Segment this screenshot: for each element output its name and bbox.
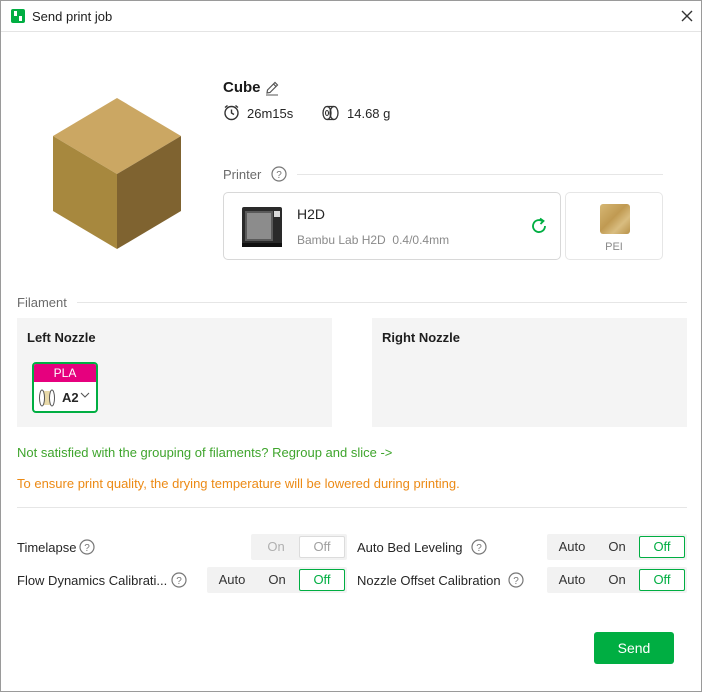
timelapse-label: Timelapse xyxy=(17,540,77,555)
filament-divider xyxy=(77,302,687,303)
flow-dynamics-auto[interactable]: Auto xyxy=(209,569,255,591)
bed-leveling-auto[interactable]: Auto xyxy=(549,536,595,558)
timelapse-off[interactable]: Off xyxy=(299,536,345,558)
svg-text:?: ? xyxy=(476,543,482,554)
app-icon xyxy=(11,9,25,23)
model-preview xyxy=(53,98,181,249)
nozzle-offset-auto[interactable]: Auto xyxy=(549,569,595,591)
flow-dynamics-on[interactable]: On xyxy=(255,569,299,591)
bed-leveling-label: Auto Bed Leveling xyxy=(357,540,463,555)
spool-icon xyxy=(39,389,55,407)
regroup-link[interactable]: Not satisfied with the grouping of filam… xyxy=(17,445,392,460)
refresh-icon[interactable] xyxy=(529,216,549,236)
nozzle-offset-toggle[interactable]: Auto On Off xyxy=(547,567,687,593)
model-name: Cube xyxy=(223,79,261,96)
help-icon[interactable]: ? xyxy=(471,539,487,555)
printer-selector[interactable]: H2D Bambu Lab H2D 0.4/0.4mm xyxy=(223,192,561,260)
bed-leveling-toggle[interactable]: Auto On Off xyxy=(547,534,687,560)
close-icon xyxy=(681,10,693,22)
timelapse-toggle[interactable]: On Off xyxy=(251,534,347,560)
svg-text:?: ? xyxy=(513,576,519,587)
filament-chip-a2[interactable]: PLA A2 xyxy=(32,362,98,413)
filament-weight: 14.68 g xyxy=(347,106,391,121)
close-button[interactable] xyxy=(675,4,699,28)
nozzle-offset-on[interactable]: On xyxy=(595,569,639,591)
spool-icon xyxy=(322,105,339,121)
print-time: 26m15s xyxy=(247,106,294,121)
drying-warning: To ensure print quality, the drying temp… xyxy=(17,476,460,491)
bed-leveling-off[interactable]: Off xyxy=(639,536,685,558)
printer-model: Bambu Lab H2D 0.4/0.4mm xyxy=(297,233,450,247)
flow-dynamics-label: Flow Dynamics Calibrati... xyxy=(17,573,168,588)
svg-text:?: ? xyxy=(84,543,90,554)
svg-text:?: ? xyxy=(176,576,182,587)
title-bar: Send print job xyxy=(1,1,701,32)
nozzle-size: 0.4/0.4mm xyxy=(392,233,450,247)
help-icon[interactable]: ? xyxy=(171,572,187,588)
plate-type-selector[interactable]: PEI xyxy=(565,192,663,260)
send-button[interactable]: Send xyxy=(594,632,674,664)
help-icon[interactable]: ? xyxy=(79,539,95,555)
printer-icon xyxy=(242,207,282,247)
plate-swatch xyxy=(600,204,630,234)
filament-slot: A2 xyxy=(62,390,79,405)
plate-label: PEI xyxy=(605,241,623,253)
nozzle-offset-label: Nozzle Offset Calibration xyxy=(357,573,501,588)
right-nozzle-title: Right Nozzle xyxy=(382,330,460,345)
filament-section-label: Filament xyxy=(17,295,67,310)
bed-leveling-on[interactable]: On xyxy=(595,536,639,558)
help-icon[interactable]: ? xyxy=(508,572,524,588)
chevron-down-icon xyxy=(80,392,90,398)
svg-text:?: ? xyxy=(276,170,282,181)
timelapse-on[interactable]: On xyxy=(253,536,299,558)
edit-icon[interactable] xyxy=(264,80,280,96)
window-title: Send print job xyxy=(32,9,113,24)
printer-name: H2D xyxy=(297,206,326,222)
send-print-job-dialog: Send print job Cube 26m15s 14.68 g Print… xyxy=(0,0,702,692)
left-nozzle-title: Left Nozzle xyxy=(27,330,96,345)
nozzle-offset-off[interactable]: Off xyxy=(639,569,685,591)
flow-dynamics-toggle[interactable]: Auto On Off xyxy=(207,567,347,593)
clock-icon xyxy=(224,104,239,121)
help-icon[interactable]: ? xyxy=(271,166,287,182)
printer-section-label: Printer xyxy=(223,167,262,182)
filament-type: PLA xyxy=(34,364,96,382)
flow-dynamics-off[interactable]: Off xyxy=(299,569,345,591)
options-divider xyxy=(17,507,687,508)
printer-divider xyxy=(297,174,663,175)
